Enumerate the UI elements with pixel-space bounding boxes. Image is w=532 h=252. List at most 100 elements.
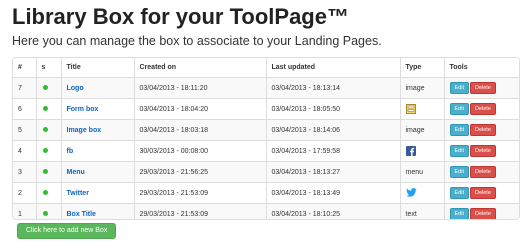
row-updated: 03/04/2013 - 18:13:14 — [265, 77, 400, 99]
row-type — [399, 98, 444, 120]
row-title: Image box — [60, 119, 134, 141]
edit-button[interactable]: Edit — [449, 103, 469, 115]
row-type — [399, 140, 444, 162]
row-title: fb — [60, 140, 134, 162]
status-active-icon — [42, 84, 48, 90]
delete-button[interactable]: Delete — [469, 145, 496, 157]
column-header-updated: Last updated — [265, 58, 400, 78]
row-status — [35, 182, 61, 204]
row-created: 29/03/2013 - 21:53:09 — [133, 182, 266, 204]
row-status — [35, 161, 61, 183]
status-active-icon — [42, 126, 48, 132]
row-type: menu — [399, 161, 444, 183]
row-id: 7 — [13, 77, 36, 99]
delete-button[interactable]: Delete — [469, 208, 496, 219]
edit-button[interactable]: Edit — [449, 166, 469, 178]
delete-button[interactable]: Delete — [469, 166, 496, 178]
status-active-icon — [42, 168, 48, 174]
row-updated: 03/04/2013 - 18:13:27 — [265, 161, 400, 183]
edit-button[interactable]: Edit — [449, 208, 469, 219]
row-id: 5 — [13, 119, 36, 141]
column-header-created: Created on — [133, 58, 266, 78]
box-title-link[interactable]: Box Title — [67, 211, 96, 218]
row-status — [35, 98, 61, 120]
column-header-type: Type — [399, 58, 444, 78]
box-title-link[interactable]: Image box — [67, 127, 102, 134]
row-updated: 03/04/2013 - 18:05:50 — [265, 98, 400, 120]
row-created: 30/03/2013 - 00:08:00 — [133, 140, 266, 162]
table-row: 2 Twitter 29/03/2013 - 21:53:09 03/04/20… — [13, 182, 519, 204]
edit-button[interactable]: Edit — [449, 187, 469, 199]
status-active-icon — [42, 105, 48, 111]
table-row: 3 Menu 29/03/2013 - 21:56:25 03/04/2013 … — [13, 161, 519, 183]
row-tools: Edit Delete — [443, 119, 519, 141]
form-icon — [405, 104, 416, 114]
add-box-button[interactable]: Click here to add new Box — [17, 223, 117, 239]
row-tools: Edit Delete — [443, 98, 519, 120]
edit-button[interactable]: Edit — [449, 145, 469, 157]
row-status — [35, 203, 61, 219]
row-updated: 03/04/2013 - 17:59:58 — [265, 140, 400, 162]
row-type: text — [399, 203, 444, 219]
row-title: Twitter — [60, 182, 134, 204]
row-tools: Edit Delete — [443, 77, 519, 99]
table-row: 4 fb 30/03/2013 - 00:08:00 03/04/2013 - … — [13, 140, 519, 162]
row-id: 3 — [13, 161, 36, 183]
page: Library Box for your ToolPage™ Here you … — [0, 0, 532, 252]
row-updated: 03/04/2013 - 18:14:06 — [265, 119, 400, 141]
delete-button[interactable]: Delete — [469, 187, 496, 199]
row-title: Box Title — [60, 203, 134, 219]
table-row: 7 Logo 03/04/2013 - 18:11:20 03/04/2013 … — [13, 77, 519, 99]
table-row: 5 Image box 03/04/2013 - 18:03:18 03/04/… — [13, 119, 519, 141]
box-table: # s Title Created on Last updated Type T… — [13, 58, 519, 219]
row-type: image — [399, 77, 444, 99]
row-tools: Edit Delete — [443, 161, 519, 183]
box-table-container: # s Title Created on Last updated Type T… — [12, 57, 520, 220]
row-created: 03/04/2013 - 18:03:18 — [133, 119, 266, 141]
delete-button[interactable]: Delete — [469, 82, 496, 94]
row-id: 1 — [13, 203, 36, 219]
row-tools: Edit Delete — [443, 182, 519, 204]
row-tools: Edit Delete — [443, 140, 519, 162]
status-active-icon — [42, 210, 48, 216]
row-status — [35, 119, 61, 141]
row-id: 2 — [13, 182, 36, 204]
row-tools: Edit Delete — [443, 203, 519, 219]
row-updated: 03/04/2013 - 18:13:49 — [265, 182, 400, 204]
table-row: 1 Box Title 29/03/2013 - 21:53:09 03/04/… — [13, 203, 519, 219]
table-header-row: # s Title Created on Last updated Type T… — [13, 58, 519, 78]
box-title-link[interactable]: Logo — [67, 85, 84, 92]
box-title-link[interactable]: fb — [67, 148, 74, 155]
row-id: 4 — [13, 140, 36, 162]
edit-button[interactable]: Edit — [449, 82, 469, 94]
row-updated: 03/04/2013 - 18:10:25 — [265, 203, 400, 219]
facebook-icon — [405, 146, 416, 156]
box-title-link[interactable]: Twitter — [67, 190, 89, 197]
table-row: 6 Form box 03/04/2013 - 18:04:20 03/04/2… — [13, 98, 519, 120]
column-header-title: Title — [60, 58, 134, 78]
column-header-status: s — [35, 58, 61, 78]
row-type — [399, 182, 444, 204]
row-title: Logo — [60, 77, 134, 99]
box-title-link[interactable]: Form box — [67, 106, 99, 113]
row-title: Menu — [60, 161, 134, 183]
box-title-link[interactable]: Menu — [67, 169, 85, 176]
row-created: 03/04/2013 - 18:04:20 — [133, 98, 266, 120]
table-body: 7 Logo 03/04/2013 - 18:11:20 03/04/2013 … — [13, 77, 519, 219]
status-active-icon — [42, 189, 48, 195]
delete-button[interactable]: Delete — [469, 103, 496, 115]
row-type: image — [399, 119, 444, 141]
delete-button[interactable]: Delete — [469, 124, 496, 136]
row-title: Form box — [60, 98, 134, 120]
row-status — [35, 140, 61, 162]
row-id: 6 — [13, 98, 36, 120]
row-created: 03/04/2013 - 18:11:20 — [133, 77, 266, 99]
column-header-id: # — [18, 64, 22, 71]
twitter-icon — [405, 188, 417, 198]
page-subtitle: Here you can manage the box to associate… — [12, 34, 382, 48]
status-active-icon — [42, 147, 48, 153]
column-header-tools: Tools — [443, 58, 519, 78]
page-title: Library Box for your ToolPage™ — [12, 4, 349, 29]
row-created: 29/03/2013 - 21:53:09 — [133, 203, 266, 219]
edit-button[interactable]: Edit — [449, 124, 469, 136]
